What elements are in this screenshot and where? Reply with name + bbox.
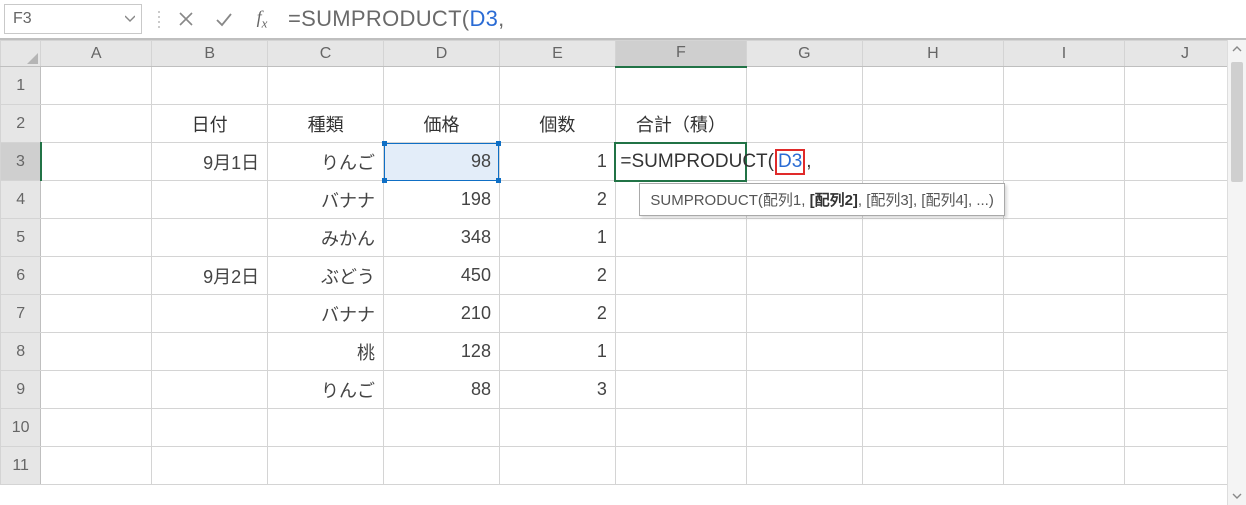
col-header-G[interactable]: G	[746, 41, 862, 67]
worksheet[interactable]: A B C D E F G H I J 1 2 日付 種類 価格 個数 合計（積…	[0, 40, 1246, 485]
cancel-icon[interactable]	[176, 9, 196, 29]
cell-E6[interactable]: 2	[499, 257, 615, 295]
cell-D3[interactable]: 98	[384, 143, 500, 181]
col-header-B[interactable]: B	[152, 41, 268, 67]
cell-F6[interactable]	[615, 257, 746, 295]
col-header-I[interactable]: I	[1003, 41, 1124, 67]
scroll-down-icon[interactable]	[1228, 487, 1246, 505]
cell-B2[interactable]: 日付	[152, 105, 268, 143]
cell-B5[interactable]	[152, 219, 268, 257]
col-header-E[interactable]: E	[499, 41, 615, 67]
cell-D2[interactable]: 価格	[384, 105, 500, 143]
formula-ref-highlight: D3	[775, 149, 805, 175]
scroll-up-icon[interactable]	[1228, 40, 1246, 58]
cell-E7[interactable]: 2	[499, 295, 615, 333]
cell-D4[interactable]: 198	[384, 181, 500, 219]
vertical-scrollbar[interactable]	[1227, 40, 1246, 505]
cell-B3[interactable]: 9月1日	[152, 143, 268, 181]
cell-C4[interactable]: バナナ	[268, 181, 384, 219]
cell-F2[interactable]: 合計（積）	[615, 105, 746, 143]
row-header-8[interactable]: 8	[1, 333, 41, 371]
function-tooltip[interactable]: SUMPRODUCT(配列1, [配列2], [配列3], [配列4], ...…	[639, 183, 1004, 216]
row-header-5[interactable]: 5	[1, 219, 41, 257]
cell-F8[interactable]	[615, 333, 746, 371]
cell-D9[interactable]: 88	[384, 371, 500, 409]
formula-input[interactable]: =SUMPRODUCT(D3,	[284, 6, 1240, 32]
col-header-A[interactable]: A	[41, 41, 152, 67]
column-headers: A B C D E F G H I J	[1, 41, 1246, 67]
cell-C7[interactable]: バナナ	[268, 295, 384, 333]
row-header-3[interactable]: 3	[1, 143, 41, 181]
row-header-9[interactable]: 9	[1, 371, 41, 409]
formula-bar-buttons: fx	[176, 9, 272, 29]
cell-B8[interactable]	[152, 333, 268, 371]
inline-formula-display: =SUMPRODUCT(D3,	[618, 143, 811, 181]
row-header-11[interactable]: 11	[1, 447, 41, 485]
scroll-thumb[interactable]	[1231, 62, 1243, 182]
row-header-4[interactable]: 4	[1, 181, 41, 219]
cell-B4[interactable]	[152, 181, 268, 219]
row-header-6[interactable]: 6	[1, 257, 41, 295]
col-header-H[interactable]: H	[862, 41, 1003, 67]
cell-F5[interactable]	[615, 219, 746, 257]
cell-E5[interactable]: 1	[499, 219, 615, 257]
cell-D5[interactable]: 348	[384, 219, 500, 257]
cell-C8[interactable]: 桃	[268, 333, 384, 371]
cells-grid[interactable]: A B C D E F G H I J 1 2 日付 種類 価格 個数 合計（積…	[0, 40, 1246, 485]
row-header-10[interactable]: 10	[1, 409, 41, 447]
cell-B9[interactable]	[152, 371, 268, 409]
cell-C2[interactable]: 種類	[268, 105, 384, 143]
col-header-D[interactable]: D	[384, 41, 500, 67]
formula-bar: F3 fx =SUMPRODUCT(D3,	[0, 0, 1246, 40]
cell-E9[interactable]: 3	[499, 371, 615, 409]
col-header-C[interactable]: C	[268, 41, 384, 67]
cell-C9[interactable]: りんご	[268, 371, 384, 409]
cell-F9[interactable]	[615, 371, 746, 409]
name-box-value: F3	[13, 10, 32, 28]
cell-E2[interactable]: 個数	[499, 105, 615, 143]
row-header-1[interactable]: 1	[1, 67, 41, 105]
cell-E8[interactable]: 1	[499, 333, 615, 371]
row-header-7[interactable]: 7	[1, 295, 41, 333]
cell-B6[interactable]: 9月2日	[152, 257, 268, 295]
cell-B7[interactable]	[152, 295, 268, 333]
cell-C6[interactable]: ぶどう	[268, 257, 384, 295]
select-all-corner[interactable]	[1, 41, 41, 67]
cell-E3[interactable]: 1	[499, 143, 615, 181]
fx-icon[interactable]: fx	[252, 9, 272, 29]
cell-F7[interactable]	[615, 295, 746, 333]
grip-dots-icon	[154, 11, 164, 28]
cell-C3[interactable]: りんご	[268, 143, 384, 181]
chevron-down-icon[interactable]	[125, 15, 135, 23]
formula-text: =SUMPRODUCT(	[288, 6, 469, 31]
formula-text-tail: ,	[498, 6, 504, 31]
name-box[interactable]: F3	[4, 4, 142, 34]
cell-E4[interactable]: 2	[499, 181, 615, 219]
cell-C5[interactable]: みかん	[268, 219, 384, 257]
formula-ref: D3	[469, 6, 498, 31]
cell-D7[interactable]: 210	[384, 295, 500, 333]
col-header-F[interactable]: F	[615, 41, 746, 67]
cell-D6[interactable]: 450	[384, 257, 500, 295]
row-header-2[interactable]: 2	[1, 105, 41, 143]
enter-icon[interactable]	[214, 9, 234, 29]
cell-D8[interactable]: 128	[384, 333, 500, 371]
